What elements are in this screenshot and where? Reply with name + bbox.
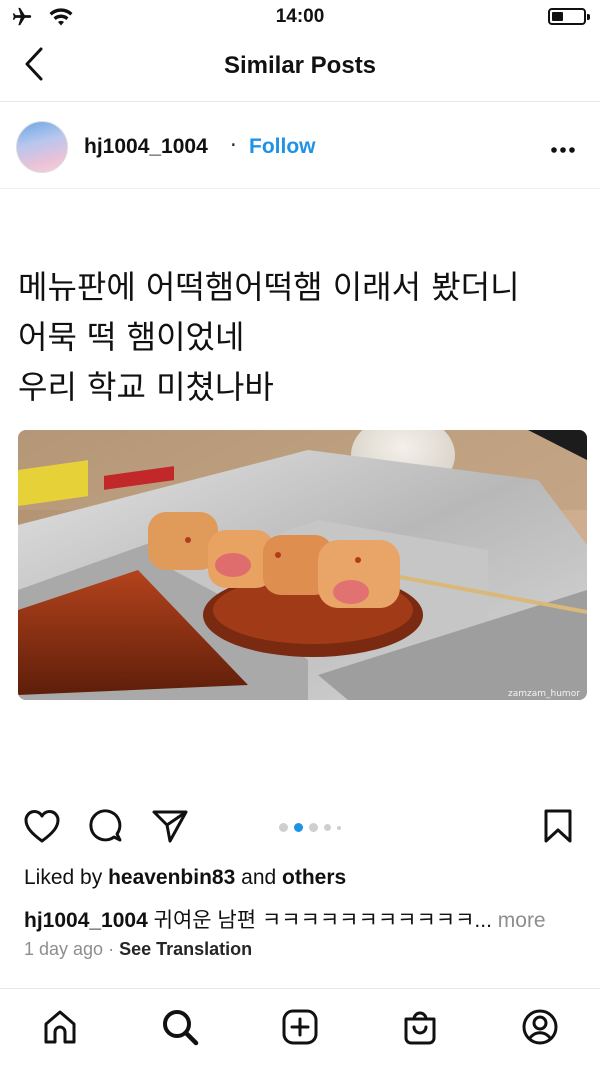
caption-line: hj1004_1004 귀여운 남편 ㅋㅋㅋㅋㅋㅋㅋㅋㅋㅋㅋ... more	[24, 904, 546, 934]
post-photo[interactable]: zamzam_humor	[18, 430, 587, 700]
header: Similar Posts	[0, 34, 600, 102]
carousel-dot	[309, 823, 318, 832]
carousel-dot	[279, 823, 288, 832]
likes-prefix: Liked by	[24, 866, 103, 889]
post-image-text: 메뉴판에 어떡햄어떡햄 이래서 봤더니 어묵 떡 햄이었네 우리 학교 미쳤나바	[18, 268, 520, 406]
comment-button[interactable]	[84, 806, 128, 850]
likes-middle: and	[241, 866, 277, 889]
post-header: hj1004_1004 · Follow	[0, 103, 600, 189]
likes-others[interactable]: others	[282, 866, 346, 889]
action-bar	[0, 800, 600, 856]
share-icon	[151, 808, 189, 848]
follow-button[interactable]: Follow	[249, 135, 316, 159]
liked-by-username[interactable]: heavenbin83	[108, 866, 235, 889]
save-button[interactable]	[536, 806, 580, 850]
nav-home[interactable]	[38, 1007, 82, 1051]
avatar[interactable]	[16, 121, 68, 173]
carousel-dot-active	[294, 823, 303, 832]
like-button[interactable]	[20, 806, 64, 850]
nav-profile[interactable]	[518, 1007, 562, 1051]
bottom-nav	[0, 988, 600, 1067]
status-time: 14:00	[275, 6, 325, 27]
separator-dot: ·	[230, 133, 237, 157]
more-options-button[interactable]	[548, 133, 578, 163]
carousel-dot	[337, 825, 341, 830]
caption-text: 귀여운 남편 ㅋㅋㅋㅋㅋㅋㅋㅋㅋㅋㅋ...	[153, 909, 492, 932]
profile-icon	[521, 1008, 559, 1050]
bookmark-icon	[543, 808, 573, 848]
post-meta: 1 day ago · See Translation	[24, 939, 252, 960]
ellipsis-icon	[550, 139, 576, 158]
carousel-indicator	[279, 823, 341, 832]
heart-icon	[23, 808, 61, 848]
caption-username[interactable]: hj1004_1004	[24, 909, 148, 932]
shop-icon	[401, 1008, 439, 1050]
page-title: Similar Posts	[223, 52, 377, 79]
post-media[interactable]: 메뉴판에 어떡햄어떡햄 이래서 봤더니 어묵 떡 햄이었네 우리 학교 미쳤나바	[0, 190, 600, 798]
photo-watermark: zamzam_humor	[508, 689, 580, 699]
caption-more-link[interactable]: more	[498, 909, 546, 932]
nav-search[interactable]	[158, 1007, 202, 1051]
battery-icon	[548, 8, 590, 25]
home-icon	[41, 1008, 79, 1050]
nav-create[interactable]	[278, 1007, 322, 1051]
post-username[interactable]: hj1004_1004	[84, 135, 208, 159]
share-button[interactable]	[148, 806, 192, 850]
comment-icon	[87, 807, 125, 849]
see-translation-link[interactable]: See Translation	[119, 939, 252, 959]
search-icon	[161, 1008, 199, 1050]
status-bar: 14:00	[0, 0, 600, 34]
nav-shop[interactable]	[398, 1007, 442, 1051]
meta-separator: ·	[108, 939, 115, 959]
carousel-dot	[324, 824, 331, 831]
time-ago: 1 day ago	[24, 939, 104, 959]
create-icon	[281, 1008, 319, 1050]
likes-line: Liked by heavenbin83 and others	[24, 866, 346, 890]
